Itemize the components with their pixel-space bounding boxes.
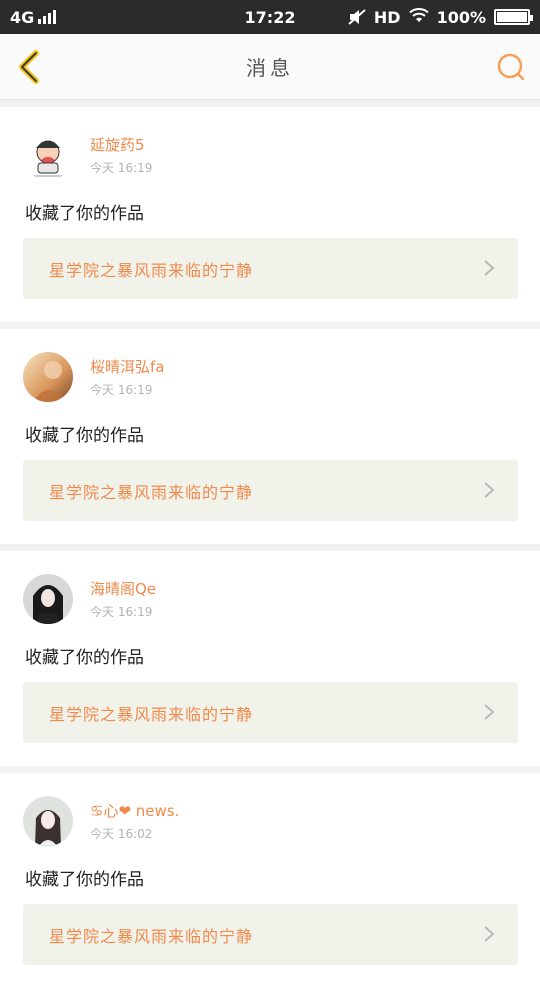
avatar[interactable] (23, 796, 73, 846)
avatar[interactable] (23, 130, 73, 180)
message-list: 延旋药5 今天 16:19 收藏了你的作品 星学院之暴风雨来临的宁静 桜晴洱弘f… (0, 100, 540, 988)
timestamp: 今天 16:19 (90, 161, 153, 175)
username[interactable]: 延旋药5 (90, 134, 145, 155)
hd-indicator: HD (373, 7, 401, 27)
battery-icon (494, 9, 533, 25)
work-link[interactable]: 星学院之暴风雨来临的宁静 (23, 682, 518, 743)
nav-bar: 消息 (0, 34, 540, 100)
signal-icon (38, 10, 57, 24)
chevron-right-icon (484, 704, 495, 720)
action-text: 收藏了你的作品 (25, 204, 144, 224)
cartoon-avatar-icon (31, 140, 65, 177)
message-card: ♋心❤ news. 今天 16:02 收藏了你的作品 星学院之暴风雨来临的宁静 (0, 773, 540, 988)
action-text: 收藏了你的作品 (25, 648, 144, 668)
username[interactable]: 海晴阁Qe (90, 578, 156, 599)
chevron-left-icon (19, 50, 39, 84)
back-button[interactable] (12, 48, 46, 86)
photo-avatar-icon (33, 361, 68, 402)
chevron-right-icon (484, 482, 495, 498)
action-text: 收藏了你的作品 (25, 870, 144, 890)
avatar[interactable] (23, 352, 73, 402)
mute-icon (348, 9, 366, 25)
network-type: 4G (10, 7, 35, 27)
work-title: 星学院之暴风雨来临的宁静 (49, 926, 254, 946)
timestamp: 今天 16:02 (90, 827, 153, 841)
action-text: 收藏了你的作品 (25, 426, 144, 446)
chevron-right-icon (484, 260, 495, 276)
chevron-right-icon (484, 926, 495, 942)
work-title: 星学院之暴风雨来临的宁静 (49, 704, 254, 724)
page-title: 消息 (246, 56, 294, 80)
work-link[interactable]: 星学院之暴风雨来临的宁静 (23, 904, 518, 965)
work-title: 星学院之暴风雨来临的宁静 (49, 260, 254, 280)
search-button[interactable] (494, 50, 528, 84)
username[interactable]: 桜晴洱弘fa (90, 356, 164, 377)
status-bar: 4G 17:22 HD 100% (0, 0, 540, 34)
avatar[interactable] (23, 574, 73, 624)
search-icon (497, 53, 525, 81)
message-card: 延旋药5 今天 16:19 收藏了你的作品 星学院之暴风雨来临的宁静 (0, 107, 540, 322)
timestamp: 今天 16:19 (90, 383, 153, 397)
network-indicator: 4G (10, 7, 57, 27)
work-link[interactable]: 星学院之暴风雨来临的宁静 (23, 238, 518, 299)
battery-percent: 100% (436, 7, 486, 27)
wifi-icon (408, 7, 429, 27)
message-card: 海晴阁Qe 今天 16:19 收藏了你的作品 星学院之暴风雨来临的宁静 (0, 551, 540, 766)
photo-avatar-icon (35, 810, 61, 846)
work-title: 星学院之暴风雨来临的宁静 (49, 482, 254, 502)
timestamp: 今天 16:19 (90, 605, 153, 619)
message-card: 桜晴洱弘fa 今天 16:19 收藏了你的作品 星学院之暴风雨来临的宁静 (0, 329, 540, 544)
work-link[interactable]: 星学院之暴风雨来临的宁静 (23, 460, 518, 521)
photo-avatar-icon (33, 585, 63, 624)
username[interactable]: ♋心❤ news. (90, 800, 179, 821)
